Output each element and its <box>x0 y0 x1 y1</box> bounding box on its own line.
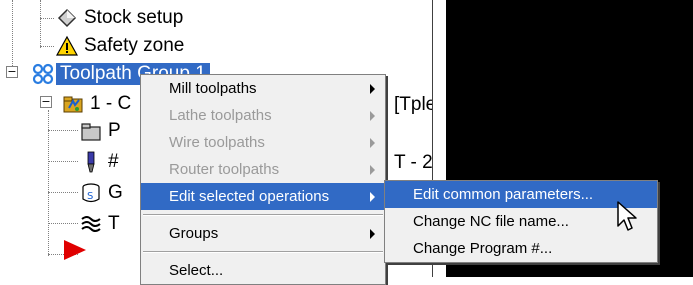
tree-item-parameters[interactable]: P <box>80 117 125 145</box>
menu-item-label: Select... <box>169 262 224 279</box>
menu-item-label: Mill toolpaths <box>169 80 257 97</box>
menu-item-edit-selected-operations[interactable]: Edit selected operations <box>141 183 385 210</box>
menu-item-label: Edit selected operations <box>169 188 330 205</box>
menu-item-wire-toolpaths[interactable]: Wire toolpaths <box>141 129 385 156</box>
tree-connector <box>48 161 78 162</box>
insert-arrow-icon[interactable] <box>62 238 88 267</box>
submenu-arrow-icon <box>370 164 375 175</box>
menu-item-label: Lathe toolpaths <box>169 107 272 124</box>
tree-connector <box>48 110 49 256</box>
context-menu: Mill toolpaths Lathe toolpaths Wire tool… <box>140 74 386 285</box>
menu-separator <box>143 214 383 216</box>
menu-item-label: Edit common parameters... <box>413 186 594 203</box>
parameters-folder-icon <box>80 120 102 142</box>
submenu-arrow-icon <box>370 83 375 94</box>
menu-item-lathe-toolpaths[interactable]: Lathe toolpaths <box>141 102 385 129</box>
tree-item-label: # <box>108 151 119 172</box>
menu-item-label: Change Program #... <box>413 240 553 257</box>
tree-item-fragment: [Tple <box>394 94 437 115</box>
operation-folder-icon <box>62 93 84 115</box>
tree-item-label: P <box>108 120 121 141</box>
toolpath-icon <box>80 213 102 235</box>
menu-item-mill-toolpaths[interactable]: Mill toolpaths <box>141 75 385 102</box>
submenu-arrow-icon <box>370 110 375 121</box>
menu-item-router-toolpaths[interactable]: Router toolpaths <box>141 156 385 183</box>
tree-item-tool[interactable]: # <box>80 148 123 176</box>
submenu-arrow-icon <box>370 137 375 148</box>
menu-item-select[interactable]: Select... <box>141 257 385 284</box>
tree-connector <box>40 0 41 48</box>
tree-item-toolpath[interactable]: T <box>80 210 124 238</box>
tree-item-safety-zone[interactable]: Safety zone <box>55 32 188 60</box>
safety-zone-warning-icon <box>55 35 79 57</box>
tree-item-operation[interactable]: 1 - C <box>62 90 135 118</box>
tree-connector <box>48 223 78 224</box>
menu-item-label: Wire toolpaths <box>169 134 265 151</box>
tree-connector <box>48 192 78 193</box>
collapse-toggle[interactable]: − <box>40 96 52 108</box>
tree-connector <box>40 46 54 47</box>
menu-item-groups[interactable]: Groups <box>141 220 385 247</box>
submenu-arrow-icon <box>370 191 375 202</box>
tree-item-stock-setup[interactable]: Stock setup <box>56 4 187 32</box>
stock-setup-icon <box>56 7 78 29</box>
submenu-arrow-icon <box>370 228 375 239</box>
tree-item-label: 1 - C <box>90 93 132 114</box>
menu-separator <box>143 251 383 253</box>
tool-icon <box>80 151 102 173</box>
tree-connector <box>48 130 78 131</box>
collapse-toggle[interactable]: − <box>6 66 18 78</box>
tree-item-geometry[interactable]: S G <box>80 179 127 207</box>
tree-item-label: Safety zone <box>84 35 185 56</box>
submenu-item-change-program-number[interactable]: Change Program #... <box>385 235 657 262</box>
tree-connector <box>12 0 13 70</box>
menu-item-label: Change NC file name... <box>413 213 569 230</box>
tree-connector <box>40 18 54 19</box>
toolpath-group-icon <box>32 63 54 85</box>
menu-item-label: Router toolpaths <box>169 161 280 178</box>
tree-item-label: Stock setup <box>84 7 184 28</box>
tree-item-fragment: T - 2 <box>394 152 433 173</box>
svg-text:S: S <box>87 191 93 202</box>
geometry-icon: S <box>80 182 102 204</box>
tree-item-label: G <box>108 182 123 203</box>
menu-item-label: Groups <box>169 225 219 242</box>
tree-item-label: T <box>108 213 120 234</box>
mouse-pointer-icon <box>616 200 640 239</box>
